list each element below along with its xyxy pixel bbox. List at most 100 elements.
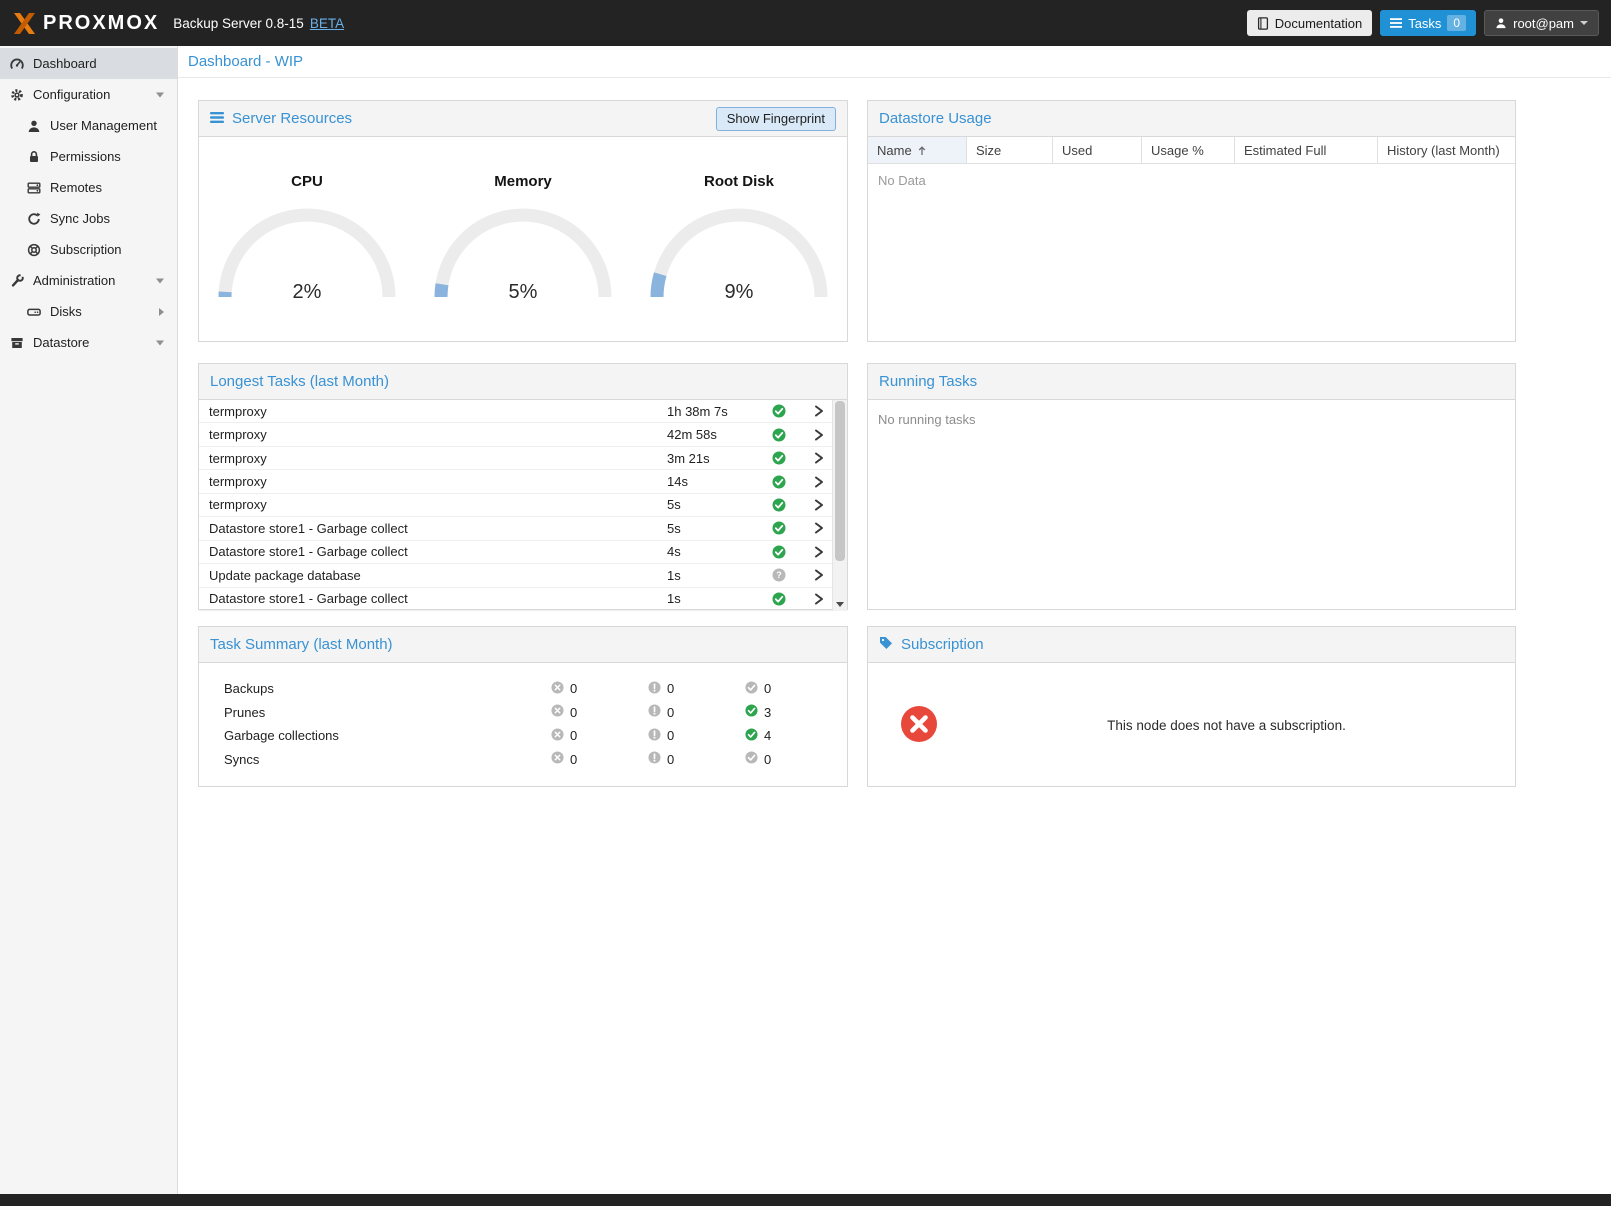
chevron-right-icon[interactable] bbox=[806, 429, 832, 441]
longest-tasks-panel: Longest Tasks (last Month) termproxy 1h … bbox=[198, 363, 848, 610]
column-label: History (last Month) bbox=[1387, 143, 1500, 158]
documentation-button[interactable]: Documentation bbox=[1247, 10, 1372, 36]
beta-link[interactable]: BETA bbox=[310, 16, 344, 31]
column-label: Estimated Full bbox=[1244, 143, 1326, 158]
summary-row: Syncs 0 0 0 bbox=[224, 748, 847, 772]
longest-tasks-list: termproxy 1h 38m 7s termproxy 42m 58s te… bbox=[199, 400, 847, 611]
column-header-size[interactable]: Size bbox=[967, 137, 1053, 163]
status-unknown-icon: ? bbox=[772, 568, 806, 582]
summary-row: Prunes 0 0 3 bbox=[224, 701, 847, 725]
task-row[interactable]: Datastore store1 - Garbage collect 5s bbox=[199, 517, 832, 540]
column-header-name[interactable]: Name bbox=[868, 137, 967, 163]
column-header-used[interactable]: Used bbox=[1053, 137, 1142, 163]
chevron-right-icon[interactable] bbox=[806, 569, 832, 581]
task-row[interactable]: Update package database 1s ? bbox=[199, 564, 832, 587]
sidebar-item-sync-jobs[interactable]: Sync Jobs bbox=[0, 203, 177, 234]
chevron-right-icon[interactable] bbox=[806, 476, 832, 488]
user-menu-button[interactable]: root@pam bbox=[1484, 10, 1599, 36]
panel-header: Datastore Usage bbox=[868, 101, 1515, 137]
collapse-arrow-icon[interactable] bbox=[156, 340, 164, 345]
task-duration: 42m 58s bbox=[667, 427, 772, 442]
ok-count: 3 bbox=[764, 705, 771, 720]
task-name: Update package database bbox=[209, 568, 667, 583]
error-icon bbox=[551, 751, 564, 767]
scroll-down-arrow-icon[interactable] bbox=[836, 602, 844, 607]
sidebar-item-subscription[interactable]: Subscription bbox=[0, 234, 177, 265]
task-row[interactable]: Datastore store1 - Garbage collect 4s bbox=[199, 541, 832, 564]
panel-header: Server Resources Show Fingerprint bbox=[199, 101, 847, 137]
task-list-icon bbox=[1390, 17, 1402, 29]
task-name: termproxy bbox=[209, 497, 667, 512]
task-name: termproxy bbox=[209, 474, 667, 489]
empty-text: No Data bbox=[868, 164, 1515, 197]
column-header-estimated-full[interactable]: Estimated Full bbox=[1235, 137, 1378, 163]
empty-text: No running tasks bbox=[868, 400, 1515, 439]
status-ok-icon bbox=[772, 521, 806, 535]
gauge-value: 2% bbox=[212, 281, 402, 304]
error-count: 0 bbox=[570, 681, 577, 696]
task-row[interactable]: termproxy 1h 38m 7s bbox=[199, 400, 832, 423]
warning-count: 0 bbox=[667, 728, 674, 743]
ok-green-icon bbox=[745, 728, 758, 744]
tasks-label: Tasks bbox=[1408, 16, 1441, 31]
chevron-right-icon[interactable] bbox=[806, 593, 832, 605]
collapse-arrow-icon[interactable] bbox=[156, 278, 164, 283]
chevron-right-icon[interactable] bbox=[806, 546, 832, 558]
task-duration: 4s bbox=[667, 544, 772, 559]
tasks-button[interactable]: Tasks 0 bbox=[1380, 10, 1476, 36]
gauge-value: 9% bbox=[644, 281, 834, 304]
task-row[interactable]: termproxy 5s bbox=[199, 494, 832, 517]
column-header-history[interactable]: History (last Month) bbox=[1378, 137, 1515, 163]
sidebar-item-label: Disks bbox=[50, 304, 82, 319]
panel-title: Running Tasks bbox=[879, 373, 977, 390]
status-ok-icon bbox=[772, 428, 806, 442]
summary-label: Garbage collections bbox=[224, 728, 551, 743]
task-row[interactable]: termproxy 14s bbox=[199, 470, 832, 493]
expand-arrow-icon[interactable] bbox=[159, 308, 164, 316]
status-ok-icon bbox=[772, 404, 806, 418]
chevron-right-icon[interactable] bbox=[806, 452, 832, 464]
wrench-icon bbox=[10, 274, 24, 288]
gauge-label: Memory bbox=[423, 173, 623, 190]
summary-label: Syncs bbox=[224, 752, 551, 767]
chevron-right-icon[interactable] bbox=[806, 499, 832, 511]
task-duration: 1s bbox=[667, 591, 772, 606]
status-ok-icon bbox=[772, 592, 806, 606]
sidebar-item-label: Sync Jobs bbox=[50, 211, 110, 226]
life-ring-icon bbox=[27, 243, 41, 257]
running-tasks-panel: Running Tasks No running tasks bbox=[867, 363, 1516, 610]
subscription-panel: Subscription This node does not have a s… bbox=[867, 626, 1516, 787]
task-row[interactable]: termproxy 3m 21s bbox=[199, 447, 832, 470]
sidebar-item-administration[interactable]: Administration bbox=[0, 265, 177, 296]
lock-icon bbox=[27, 150, 41, 164]
scrollbar-thumb[interactable] bbox=[835, 401, 845, 561]
table-header-row: Name Size Used Usage % Estimated Full Hi… bbox=[868, 137, 1515, 164]
task-duration: 3m 21s bbox=[667, 451, 772, 466]
server-resources-panel: Server Resources Show Fingerprint CPU 2% bbox=[198, 100, 848, 342]
server-icon bbox=[27, 181, 41, 195]
task-name: Datastore store1 - Garbage collect bbox=[209, 521, 667, 536]
chevron-right-icon[interactable] bbox=[806, 405, 832, 417]
panel-header: Longest Tasks (last Month) bbox=[199, 364, 847, 400]
gauge-value: 5% bbox=[428, 281, 618, 304]
error-count: 0 bbox=[570, 728, 577, 743]
archive-icon bbox=[10, 336, 24, 350]
user-icon bbox=[1495, 17, 1507, 29]
show-fingerprint-button[interactable]: Show Fingerprint bbox=[716, 107, 836, 131]
scrollbar[interactable] bbox=[832, 400, 847, 611]
sidebar-item-dashboard[interactable]: Dashboard bbox=[0, 48, 177, 79]
chevron-right-icon[interactable] bbox=[806, 522, 832, 534]
sidebar-item-configuration[interactable]: Configuration bbox=[0, 79, 177, 110]
sidebar-item-user-management[interactable]: User Management bbox=[0, 110, 177, 141]
main-content: Dashboard - WIP Server Resources Show Fi… bbox=[178, 46, 1611, 1194]
proxmox-x-icon bbox=[12, 11, 37, 36]
task-row[interactable]: Datastore store1 - Garbage collect 1s bbox=[199, 588, 832, 611]
sidebar-item-disks[interactable]: Disks bbox=[0, 296, 177, 327]
task-row[interactable]: termproxy 42m 58s bbox=[199, 423, 832, 446]
sidebar-item-remotes[interactable]: Remotes bbox=[0, 172, 177, 203]
sidebar-item-label: Remotes bbox=[50, 180, 102, 195]
column-header-usage[interactable]: Usage % bbox=[1142, 137, 1235, 163]
collapse-arrow-icon[interactable] bbox=[156, 92, 164, 97]
sidebar-item-datastore[interactable]: Datastore bbox=[0, 327, 177, 358]
sidebar-item-permissions[interactable]: Permissions bbox=[0, 141, 177, 172]
